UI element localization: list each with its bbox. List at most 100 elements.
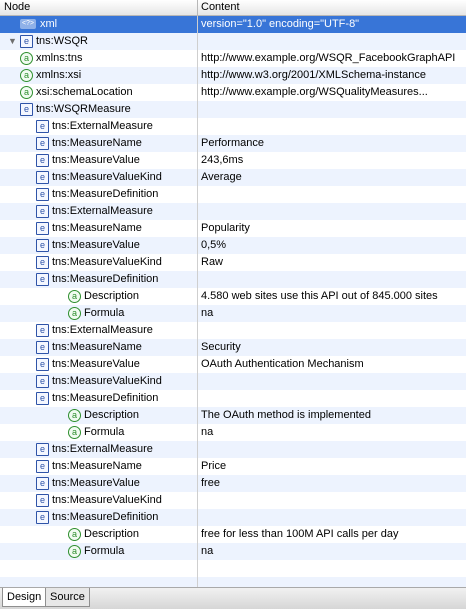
tree-row[interactable]: ▼etns:MeasureDefinition <box>0 271 466 288</box>
tree-row[interactable]: e tns:MeasureValue free <box>0 475 466 492</box>
element-icon: e <box>36 358 49 371</box>
element-icon: e <box>20 103 33 116</box>
node-name: tns:MeasureValue <box>52 358 140 370</box>
element-icon: e <box>36 188 49 201</box>
node-content: http://www.w3.org/2001/XMLSchema-instanc… <box>201 69 427 81</box>
node-name: Formula <box>84 545 125 557</box>
node-name: Formula <box>84 426 125 438</box>
tree-row[interactable]: e tns:MeasureValueKind Raw <box>0 254 466 271</box>
view-tab-bar: Design Source <box>0 587 466 609</box>
node-name: tns:MeasureName <box>52 137 142 149</box>
node-content: version="1.0" encoding="UTF-8" <box>201 18 360 30</box>
tree-row[interactable]: a Formula na <box>0 424 466 441</box>
element-icon: e <box>36 324 49 337</box>
tree-row[interactable]: e tns:MeasureValue 0,5% <box>0 237 466 254</box>
tree-row[interactable]: e tns:MeasureName Price <box>0 458 466 475</box>
tree-row[interactable]: a Description 4.580 web sites use this API… <box>0 288 466 305</box>
tree-row[interactable]: <?> xml version="1.0" encoding="UTF-8" <box>0 16 466 33</box>
element-icon: e <box>36 341 49 354</box>
node-name: tns:ExternalMeasure <box>52 324 153 336</box>
attribute-icon: a <box>68 290 81 303</box>
node-name: tns:MeasureName <box>52 460 142 472</box>
tree-row[interactable]: a xmlns:tns http://www.example.org/WSQR_Fa… <box>0 50 466 67</box>
tree-row[interactable]: ▶etns:ExternalMeasure <box>0 203 466 220</box>
tree-row[interactable]: ▼etns:WSQRMeasure <box>0 101 466 118</box>
node-column-header[interactable]: Node <box>4 0 30 15</box>
processing-instruction-icon: <?> <box>20 19 36 29</box>
element-icon: e <box>36 375 49 388</box>
node-name: tns:MeasureDefinition <box>52 392 159 404</box>
tree-row[interactable]: ▶etns:MeasureDefinition <box>0 186 466 203</box>
node-content: 4.580 web sites use this API out of 845.… <box>201 290 438 302</box>
node-name: tns:MeasureDefinition <box>52 188 159 200</box>
xml-tree: <?> xml version="1.0" encoding="UTF-8" ▼ e tn… <box>0 16 466 587</box>
node-name: Description <box>84 409 140 421</box>
attribute-icon: a <box>20 69 33 82</box>
tree-row[interactable]: e tns:MeasureName Popularity <box>0 220 466 237</box>
element-icon: e <box>20 35 33 48</box>
element-icon: e <box>36 443 49 456</box>
tree-row[interactable]: a xmlns:xsi http://www.w3.org/2001/XMLSche… <box>0 67 466 84</box>
node-content: na <box>201 426 214 438</box>
column-header: Node Content <box>0 0 466 16</box>
node-content: Popularity <box>201 222 250 234</box>
tree-row[interactable]: e tns:MeasureName Performance <box>0 135 466 152</box>
tree-row[interactable]: e tns:MeasureValueKind <box>0 373 466 390</box>
node-content: Performance <box>201 137 264 149</box>
attribute-icon: a <box>68 426 81 439</box>
element-icon: e <box>36 120 49 133</box>
tree-row[interactable]: ▼etns:MeasureDefinition <box>0 509 466 526</box>
element-icon: e <box>36 154 49 167</box>
node-name: Formula <box>84 307 125 319</box>
content-column-header[interactable]: Content <box>201 0 240 15</box>
tree-row[interactable]: ▼ e tns:WSQR <box>0 33 466 50</box>
node-content: free for less than 100M API calls per da… <box>201 528 399 540</box>
node-content: free <box>201 477 220 489</box>
node-content: http://www.example.org/WSQR_FacebookGrap… <box>201 52 456 64</box>
tree-row[interactable]: a Description free for less than 100M API … <box>0 526 466 543</box>
tab-design[interactable]: Design <box>2 588 47 607</box>
node-name: Description <box>84 528 140 540</box>
tree-row[interactable]: e tns:MeasureName Security <box>0 339 466 356</box>
element-icon: e <box>36 222 49 235</box>
node-content: na <box>201 307 214 319</box>
tree-row[interactable]: ▼etns:MeasureDefinition <box>0 390 466 407</box>
column-separator <box>197 16 198 587</box>
element-icon: e <box>36 494 49 507</box>
tab-source[interactable]: Source <box>45 588 90 607</box>
node-name: tns:MeasureValue <box>52 154 140 166</box>
node-name: tns:ExternalMeasure <box>52 443 153 455</box>
tree-row[interactable]: a Formula na <box>0 543 466 560</box>
node-name: tns:ExternalMeasure <box>52 120 153 132</box>
tree-row[interactable]: e tns:MeasureValue OAuth Authentication Me… <box>0 356 466 373</box>
node-name: tns:WSQR <box>36 35 88 47</box>
triangle-expanded-icon[interactable]: ▼ <box>8 33 17 50</box>
node-name: tns:MeasureValueKind <box>52 494 162 506</box>
tree-row[interactable]: e tns:MeasureValueKind <box>0 492 466 509</box>
tree-row[interactable]: e tns:MeasureValue 243,6ms <box>0 152 466 169</box>
element-icon: e <box>36 511 49 524</box>
tree-row[interactable]: a Formula na <box>0 305 466 322</box>
node-content: 0,5% <box>201 239 227 251</box>
node-content: OAuth Authentication Mechanism <box>201 358 364 370</box>
tree-row[interactable]: e tns:MeasureValueKind Average <box>0 169 466 186</box>
tree-row[interactable]: ▶etns:ExternalMeasure <box>0 118 466 135</box>
element-icon: e <box>36 256 49 269</box>
node-content: Price <box>201 460 227 472</box>
tree-row[interactable]: a Description The OAuth method is implemen… <box>0 407 466 424</box>
element-icon: e <box>36 205 49 218</box>
attribute-icon: a <box>68 545 81 558</box>
node-name: tns:MeasureName <box>52 341 142 353</box>
empty-row <box>0 577 466 587</box>
node-name: tns:MeasureValue <box>52 239 140 251</box>
node-name: xmlns:tns <box>36 52 83 64</box>
node-name: tns:MeasureValue <box>52 477 140 489</box>
element-icon: e <box>36 239 49 252</box>
attribute-icon: a <box>20 52 33 65</box>
node-name: tns:MeasureValueKind <box>52 171 162 183</box>
element-icon: e <box>36 392 49 405</box>
tree-row[interactable]: ▶etns:ExternalMeasure <box>0 322 466 339</box>
column-divider[interactable] <box>197 0 198 15</box>
tree-row[interactable]: ▶etns:ExternalMeasure <box>0 441 466 458</box>
tree-row[interactable]: a xsi:schemaLocation http://www.example.or… <box>0 84 466 101</box>
